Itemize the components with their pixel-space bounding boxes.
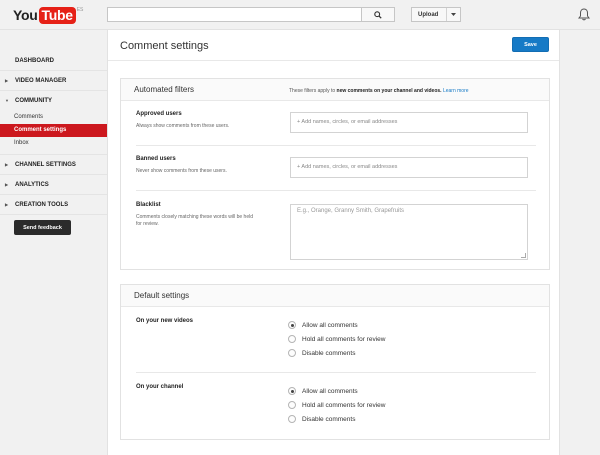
panel-header: Automated filters These filters apply to…: [121, 79, 549, 101]
youtube-logo[interactable]: You Tube ES: [13, 6, 83, 24]
radio-icon[interactable]: [288, 349, 296, 357]
approved-users-label: Approved users: [136, 111, 182, 117]
logo-region: ES: [76, 7, 84, 13]
logo-text-you: You: [13, 7, 38, 23]
radio-label: Disable comments: [302, 349, 356, 357]
sidebar-item-dashboard[interactable]: DASHBOARD: [0, 51, 108, 71]
radio-label: Hold all comments for review: [302, 335, 386, 343]
sidebar-item-label: ANALYTICS: [15, 182, 49, 188]
sidebar-item-analytics[interactable]: ▶ ANALYTICS: [0, 175, 108, 195]
divider: [136, 190, 536, 191]
sidebar-item-label: VIDEO MANAGER: [15, 78, 67, 84]
top-bar: You Tube ES Upload: [0, 0, 600, 30]
channel-option-disable[interactable]: Disable comments: [288, 414, 355, 424]
sidebar-item-label: DASHBOARD: [15, 58, 54, 64]
channel-option-allow[interactable]: Allow all comments: [288, 386, 358, 396]
panel-header: Default settings: [121, 285, 549, 307]
radio-icon[interactable]: [288, 401, 296, 409]
radio-label: Allow all comments: [302, 387, 358, 395]
upload-button[interactable]: Upload: [411, 7, 461, 22]
radio-icon[interactable]: [288, 335, 296, 343]
sidebar: DASHBOARD ▶ VIDEO MANAGER ▼ COMMUNITY Co…: [0, 51, 108, 235]
sidebar-subitem-comment-settings[interactable]: Comment settings: [0, 124, 108, 137]
radio-checked-icon[interactable]: [288, 387, 296, 395]
blacklist-description: Comments closely matching these words wi…: [136, 214, 253, 227]
blacklist-placeholder: E.g., Orange, Granny Smith, Grapefruits: [297, 208, 405, 214]
divider: [136, 145, 536, 146]
page-title: Comment settings: [120, 40, 209, 52]
blacklist-label: Blacklist: [136, 202, 161, 208]
approved-users-input[interactable]: + Add names, circles, or email addresses: [290, 112, 528, 133]
upload-dropdown[interactable]: [446, 8, 460, 21]
videos-option-allow[interactable]: Allow all comments: [288, 320, 358, 330]
search-input[interactable]: [107, 7, 362, 22]
channel-option-hold[interactable]: Hold all comments for review: [288, 400, 385, 410]
filters-note-bold: new comments on your channel and videos.: [336, 88, 442, 94]
banned-users-input[interactable]: + Add names, circles, or email addresses: [290, 157, 528, 178]
radio-checked-icon[interactable]: [288, 321, 296, 329]
search-button[interactable]: [361, 7, 395, 22]
filters-note: These filters apply to new comments on y…: [289, 88, 469, 94]
collapse-arrow-icon: ▼: [5, 98, 9, 103]
radio-label: Allow all comments: [302, 321, 358, 329]
sidebar-subitem-inbox[interactable]: Inbox: [0, 137, 108, 155]
radio-icon[interactable]: [288, 415, 296, 423]
main-content: Comment settings Save Automated filters …: [107, 30, 560, 455]
radio-label: Disable comments: [302, 415, 356, 423]
chevron-down-icon: [451, 13, 457, 16]
panel-title: Default settings: [134, 291, 190, 300]
save-button[interactable]: Save: [512, 37, 549, 52]
sidebar-item-channel-settings[interactable]: ▶ CHANNEL SETTINGS: [0, 155, 108, 175]
learn-more-link[interactable]: Learn more: [443, 88, 469, 94]
upload-label: Upload: [418, 11, 439, 18]
automated-filters-panel: Automated filters These filters apply to…: [120, 78, 550, 270]
blacklist-textarea[interactable]: E.g., Orange, Granny Smith, Grapefruits: [290, 204, 528, 260]
sidebar-item-creation-tools[interactable]: ▶ CREATION TOOLS: [0, 195, 108, 215]
send-feedback-button[interactable]: Send feedback: [14, 220, 71, 235]
banned-users-label: Banned users: [136, 156, 176, 162]
radio-label: Hold all comments for review: [302, 401, 386, 409]
expand-arrow-icon: ▶: [5, 202, 9, 207]
videos-option-hold[interactable]: Hold all comments for review: [288, 334, 385, 344]
default-settings-panel: Default settings On your new videos Allo…: [120, 284, 550, 440]
new-videos-label: On your new videos: [136, 318, 194, 324]
sidebar-item-label: COMMUNITY: [15, 98, 52, 104]
approved-users-description: Always show comments from these users.: [136, 123, 230, 129]
videos-option-disable[interactable]: Disable comments: [288, 348, 355, 358]
sidebar-subitem-comments[interactable]: Comments: [0, 111, 108, 124]
resize-handle-icon[interactable]: [521, 253, 526, 258]
filters-note-text: These filters apply to: [289, 88, 337, 94]
panel-title: Automated filters: [134, 85, 195, 94]
sidebar-item-label: CHANNEL SETTINGS: [15, 162, 76, 168]
notifications-bell-icon[interactable]: [578, 8, 590, 21]
divider: [136, 372, 536, 373]
sidebar-item-video-manager[interactable]: ▶ VIDEO MANAGER: [0, 71, 108, 91]
sidebar-item-label: CREATION TOOLS: [15, 202, 69, 208]
expand-arrow-icon: ▶: [5, 162, 9, 167]
expand-arrow-icon: ▶: [5, 182, 9, 187]
logo-text-tube: Tube: [38, 7, 76, 24]
expand-arrow-icon: ▶: [5, 78, 9, 83]
banned-users-description: Never show comments from these users.: [136, 168, 227, 174]
search-icon: [374, 10, 382, 19]
divider: [108, 60, 559, 61]
channel-label: On your channel: [136, 384, 184, 390]
sidebar-item-community[interactable]: ▼ COMMUNITY: [0, 91, 108, 111]
